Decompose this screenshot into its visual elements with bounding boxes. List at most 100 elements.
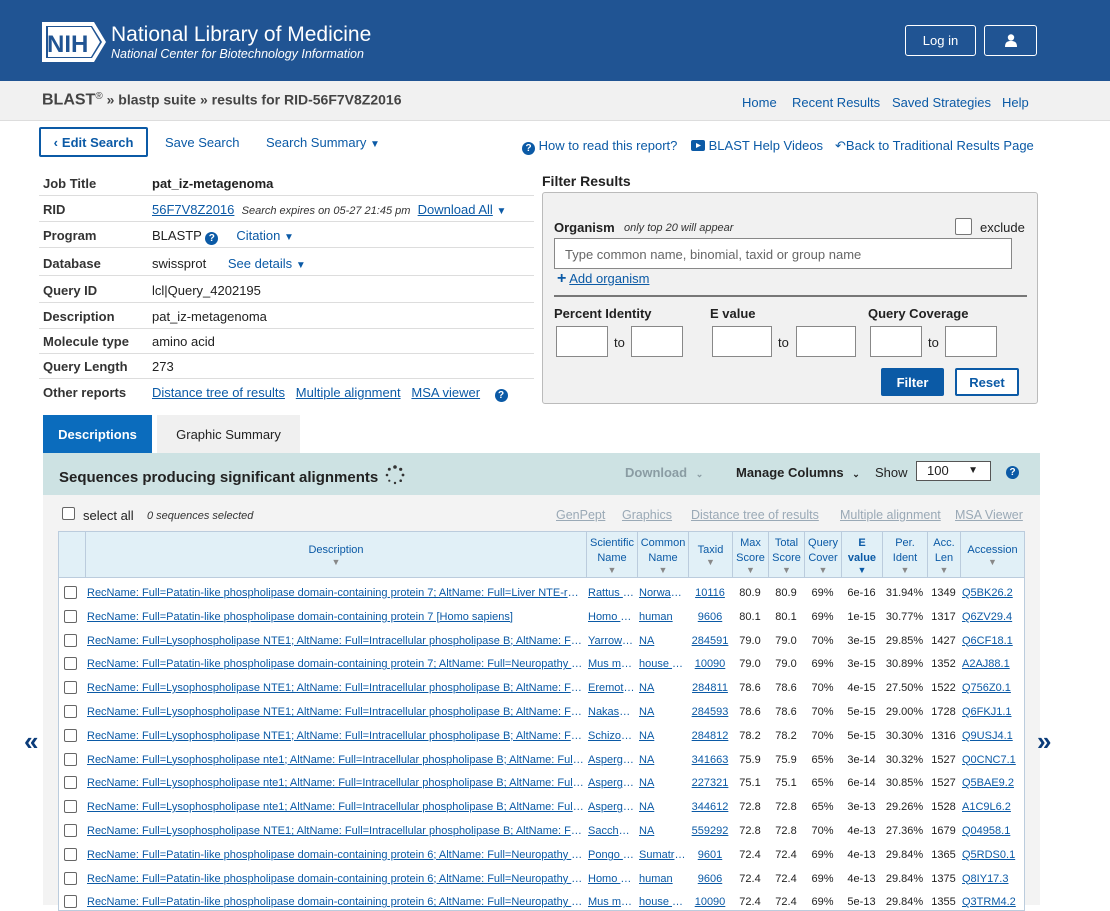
cell-accession[interactable]: Q6ZV29.4 (962, 611, 1022, 623)
cell-common-name[interactable]: NA (639, 777, 686, 789)
see-details-link[interactable]: See details (228, 256, 292, 271)
header-e-value[interactable]: Evalue ▼ (841, 532, 882, 578)
cell-common-name[interactable]: NA (639, 801, 686, 813)
tab-graphic-summary[interactable]: Graphic Summary (157, 415, 300, 453)
msa-viewer-link[interactable]: MSA viewer (411, 385, 480, 400)
cell-scientific-name[interactable]: Mus musculus (588, 896, 635, 908)
cell-taxid[interactable]: 10090 (690, 658, 730, 670)
cell-accession[interactable]: A1C9L6.2 (962, 801, 1022, 813)
cell-common-name[interactable]: human (639, 873, 686, 885)
cell-common-name[interactable]: NA (639, 730, 686, 742)
cell-description[interactable]: RecName: Full=Patatin-like phospholipase… (87, 587, 584, 599)
add-organism-link[interactable]: + Add organism (557, 270, 649, 288)
search-summary-link[interactable]: Search Summary ▼ (266, 135, 380, 150)
cell-description[interactable]: RecName: Full=Lysophospholipase NTE1; Al… (87, 730, 584, 742)
header-accession[interactable]: Accession ▼ (960, 532, 1024, 578)
rid-link[interactable]: 56F7V8Z2016 (152, 202, 234, 217)
save-search-link[interactable]: Save Search (165, 135, 239, 150)
cell-taxid[interactable]: 227321 (690, 777, 730, 789)
help-icon[interactable]: ? (1006, 466, 1019, 479)
cell-accession[interactable]: Q04958.1 (962, 825, 1022, 837)
header-taxid[interactable]: Taxid ▼ (688, 532, 732, 578)
tool-genpept[interactable]: GenPept (556, 508, 605, 522)
header-max-score[interactable]: Max Score ▼ (732, 532, 768, 578)
cell-description[interactable]: RecName: Full=Patatin-like phospholipase… (87, 873, 584, 885)
row-checkbox[interactable] (64, 824, 77, 837)
row-checkbox[interactable] (64, 609, 77, 623)
cell-scientific-name[interactable]: Schizosaccharomyces pombe (588, 730, 635, 742)
nav-home[interactable]: Home (742, 95, 777, 110)
cell-taxid[interactable]: 9601 (690, 849, 730, 861)
row-checkbox[interactable] (64, 871, 77, 885)
cell-accession[interactable]: Q9USJ4.1 (962, 730, 1022, 742)
breadcrumb-suite[interactable]: » blastp suite (107, 92, 196, 108)
cell-scientific-name[interactable]: Aspergillus niger (588, 801, 635, 813)
header-query-cover[interactable]: Query Cover ▼ (804, 532, 841, 578)
cell-description[interactable]: RecName: Full=Patatin-like phospholipase… (87, 896, 584, 908)
cell-common-name[interactable]: Sumatran orangutan (639, 849, 686, 861)
row-checkbox[interactable] (64, 681, 77, 695)
cell-scientific-name[interactable]: Rattus norvegicus (588, 587, 635, 599)
cell-common-name[interactable]: NA (639, 682, 686, 694)
cell-accession[interactable]: Q5BK26.2 (962, 587, 1022, 599)
user-menu-button[interactable] (984, 25, 1037, 56)
filter-button[interactable]: Filter (881, 368, 944, 396)
cell-taxid[interactable]: 341663 (690, 754, 730, 766)
cell-description[interactable]: RecName: Full=Patatin-like phospholipase… (87, 849, 584, 861)
cell-taxid[interactable]: 284593 (690, 706, 730, 718)
cell-scientific-name[interactable]: Homo sapiens (588, 611, 635, 623)
cell-scientific-name[interactable]: Aspergillus fumigatus (588, 777, 635, 789)
nih-logo-icon[interactable]: NIH (42, 22, 106, 62)
cell-description[interactable]: RecName: Full=Lysophospholipase nte1; Al… (87, 801, 584, 813)
percent-identity-max-input[interactable] (631, 326, 683, 357)
next-page-arrow[interactable]: » (1037, 726, 1051, 757)
cell-scientific-name[interactable]: Nakaseomyces glabratus (588, 706, 635, 718)
cell-accession[interactable]: Q756Z0.1 (962, 682, 1022, 694)
cell-scientific-name[interactable]: Yarrowia lipolytica (588, 635, 635, 647)
tool-msa-viewer[interactable]: MSA Viewer (955, 508, 1023, 522)
cell-taxid[interactable]: 344612 (690, 801, 730, 813)
cell-taxid[interactable]: 9606 (690, 611, 730, 623)
cell-taxid[interactable]: 559292 (690, 825, 730, 837)
query-coverage-min-input[interactable] (870, 326, 922, 357)
query-coverage-max-input[interactable] (945, 326, 997, 357)
prev-page-arrow[interactable]: « (24, 726, 38, 757)
cell-taxid[interactable]: 10090 (690, 896, 730, 908)
cell-scientific-name[interactable]: Homo sapiens (588, 873, 635, 885)
row-checkbox[interactable] (64, 633, 77, 647)
row-checkbox[interactable] (64, 705, 77, 718)
nav-help[interactable]: Help (1002, 95, 1029, 110)
cell-common-name[interactable]: NA (639, 754, 686, 766)
tab-descriptions[interactable]: Descriptions (43, 415, 152, 453)
row-checkbox[interactable] (64, 728, 77, 742)
cell-common-name[interactable]: human (639, 611, 686, 623)
row-checkbox[interactable] (64, 776, 77, 790)
tool-distance-tree[interactable]: Distance tree of results (691, 508, 819, 522)
cell-description[interactable]: RecName: Full=Lysophospholipase nte1; Al… (87, 754, 584, 766)
manage-columns-menu[interactable]: Manage Columns ⌄ (736, 465, 860, 480)
cell-taxid[interactable]: 10116 (690, 587, 730, 599)
cell-taxid[interactable]: 9606 (690, 873, 730, 885)
row-checkbox[interactable] (64, 752, 77, 766)
multiple-alignment-link[interactable]: Multiple alignment (296, 385, 401, 400)
site-title[interactable]: National Library of Medicine (111, 23, 371, 47)
cell-scientific-name[interactable]: Mus musculus (588, 658, 635, 670)
select-all-checkbox[interactable] (62, 507, 75, 520)
login-button[interactable]: Log in (905, 25, 976, 56)
percent-identity-min-input[interactable] (556, 326, 608, 357)
help-icon[interactable]: ? (205, 232, 219, 245)
cell-taxid[interactable]: 284591 (690, 635, 730, 647)
edit-search-button[interactable]: ‹ Edit Search (39, 127, 148, 157)
citation-link[interactable]: Citation (236, 228, 280, 243)
organism-input[interactable]: Type common name, binomial, taxid or gro… (554, 238, 1012, 269)
row-checkbox[interactable] (64, 657, 77, 671)
header-description[interactable]: Description ▼ (85, 532, 586, 578)
cell-description[interactable]: RecName: Full=Lysophospholipase nte1; Al… (87, 777, 584, 789)
cell-description[interactable]: RecName: Full=Lysophospholipase NTE1; Al… (87, 825, 584, 837)
header-scientific-name[interactable]: Scientific Name ▼ (586, 532, 637, 578)
show-count-select[interactable]: 100 ▼ (916, 461, 991, 481)
cell-accession[interactable]: Q3TRM4.2 (962, 896, 1022, 908)
header-per-ident[interactable]: Per. Ident ▼ (882, 532, 927, 578)
cell-accession[interactable]: Q5BAE9.2 (962, 777, 1022, 789)
nav-saved-strategies[interactable]: Saved Strategies (892, 95, 991, 110)
